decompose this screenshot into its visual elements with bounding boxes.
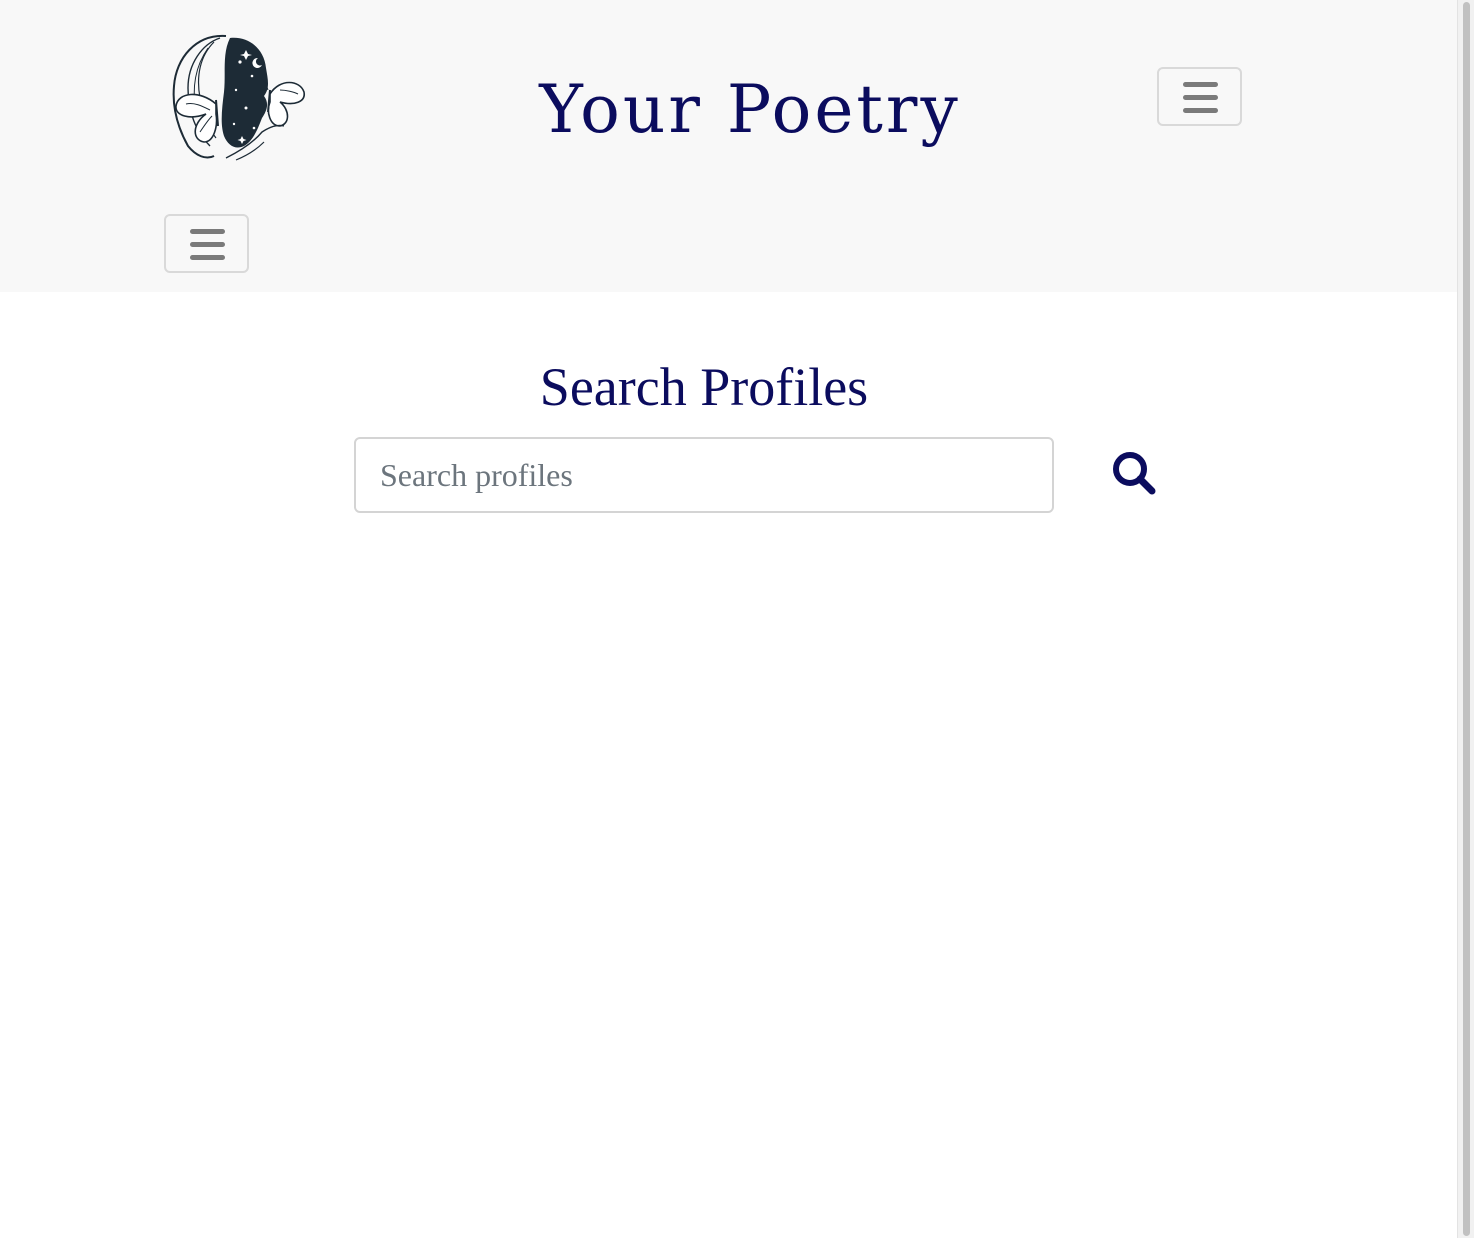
hamburger-icon xyxy=(190,229,225,260)
search-button[interactable] xyxy=(1108,448,1158,498)
page: Your Poetry Search Profiles xyxy=(0,0,1474,1238)
site-logo[interactable] xyxy=(166,28,308,164)
hamburger-icon xyxy=(1183,82,1218,113)
navbar-toggle-button[interactable] xyxy=(1157,67,1242,126)
search-profiles-input[interactable] xyxy=(354,437,1054,513)
scrollbar-thumb[interactable] xyxy=(1463,2,1470,1236)
secondary-navbar-toggle-button[interactable] xyxy=(164,214,249,273)
brand-title[interactable]: Your Poetry xyxy=(500,70,1000,150)
vertical-scrollbar[interactable] xyxy=(1457,0,1474,1238)
search-icon xyxy=(1113,452,1156,495)
page-title: Search Profiles xyxy=(539,357,869,417)
site-header: Your Poetry xyxy=(0,0,1457,292)
woman-butterfly-logo-icon xyxy=(172,34,305,161)
